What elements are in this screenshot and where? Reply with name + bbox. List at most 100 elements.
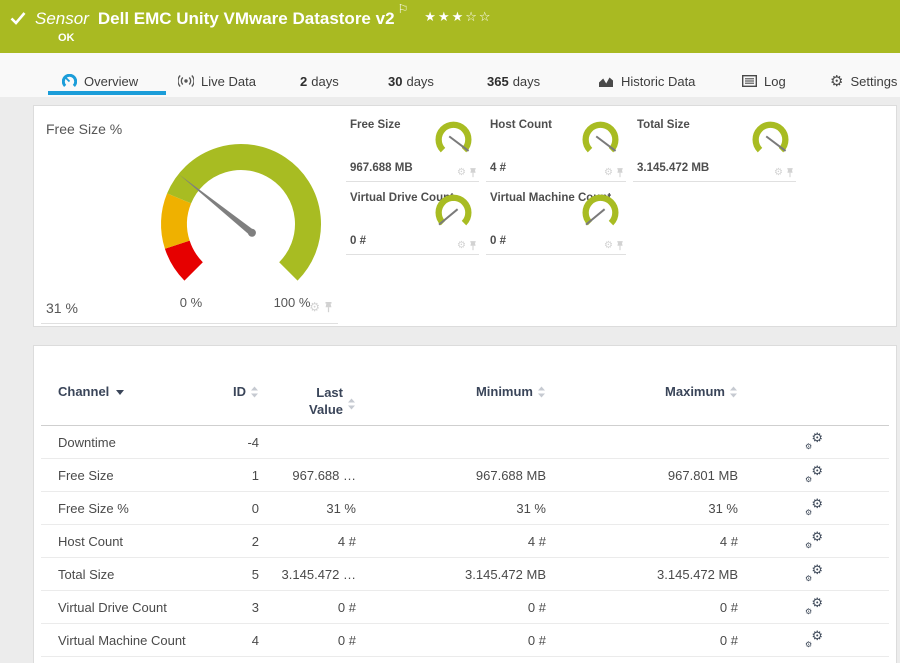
gear-icon[interactable]: ⚙: [604, 167, 613, 178]
status-badge: OK: [58, 32, 888, 44]
tab-label: days: [513, 74, 540, 89]
cell-maximum: 3.145.472 MB: [546, 567, 738, 582]
active-tab-underline: [48, 91, 166, 95]
mini-gauge-panel: Virtual Drive Count 0 # ⚙: [346, 185, 479, 255]
column-label: Maximum: [665, 384, 725, 399]
cell-channel: Virtual Machine Count: [41, 633, 209, 648]
cell-maximum: 967.801 MB: [546, 468, 738, 483]
column-header-minimum[interactable]: Minimum: [356, 384, 546, 399]
pin-icon[interactable]: [616, 241, 624, 251]
cell-channel: Host Count: [41, 534, 209, 549]
tab-30-days[interactable]: 30days: [388, 71, 434, 91]
stars-filled: ★★★: [424, 9, 465, 24]
table-row: Free Size % 0 31 % 31 % 31 % ⚙⚙: [41, 492, 889, 525]
gear-icon[interactable]: ⚙: [774, 167, 783, 178]
cell-id: 5: [209, 567, 259, 582]
channel-settings-icon[interactable]: ⚙⚙: [805, 631, 823, 647]
cell-maximum: 0 #: [546, 600, 738, 615]
tab-log[interactable]: Log: [742, 71, 786, 91]
cell-channel: Total Size: [41, 567, 209, 582]
cell-minimum: 0 #: [356, 633, 546, 648]
column-header-channel[interactable]: Channel: [41, 384, 209, 399]
table-row: Virtual Drive Count 3 0 # 0 # 0 # ⚙⚙: [41, 591, 889, 624]
tab-live-data[interactable]: Live Data: [178, 71, 256, 91]
channel-table: Channel ID Last Value Minimum Maximum Do…: [41, 346, 889, 657]
table-row: Total Size 5 3.145.472 … 3.145.472 MB 3.…: [41, 558, 889, 591]
cell-id: 1: [209, 468, 259, 483]
tab-365-days[interactable]: 365days: [487, 71, 540, 91]
cell-last-value: 31 %: [259, 501, 356, 516]
table-header-row: Channel ID Last Value Minimum Maximum: [41, 346, 889, 426]
cell-last-value: 0 #: [259, 633, 356, 648]
mini-gauge-panel: Virtual Machine Count 0 # ⚙: [486, 185, 626, 255]
primary-channel-gauge-panel: Free Size % 0 % 100 % 31 % ⚙: [41, 112, 338, 324]
gauge-scale-min: 0 %: [166, 295, 216, 310]
column-label: Minimum: [476, 384, 533, 399]
cell-minimum: 31 %: [356, 501, 546, 516]
channel-settings-icon[interactable]: ⚙⚙: [805, 433, 823, 449]
cell-id: 3: [209, 600, 259, 615]
pin-icon[interactable]: [324, 302, 333, 313]
gear-icon[interactable]: ⚙: [457, 167, 466, 178]
table-row: Downtime -4 ⚙⚙: [41, 426, 889, 459]
gear-icon[interactable]: ⚙: [309, 300, 320, 314]
cell-minimum: 967.688 MB: [356, 468, 546, 483]
cell-last-value: 0 #: [259, 600, 356, 615]
cell-channel: Downtime: [41, 435, 209, 450]
tab-label: Live Data: [201, 74, 256, 89]
tab-2-days[interactable]: 2days: [300, 71, 339, 91]
tab-number: 30: [388, 74, 402, 89]
channel-settings-icon[interactable]: ⚙⚙: [805, 466, 823, 482]
gauge-title: Free Size %: [46, 121, 122, 137]
cell-last-value: 967.688 …: [259, 468, 356, 483]
historic-chart-icon: [598, 75, 614, 88]
column-header-last-value[interactable]: Last Value: [259, 384, 356, 418]
column-header-id[interactable]: ID: [209, 384, 259, 399]
overview-gauges-panel: Free Size % 0 % 100 % 31 % ⚙ Free Size 9…: [33, 105, 897, 327]
sort-updown-icon: [250, 386, 259, 398]
sensor-header: Sensor Dell EMC Unity VMware Datastore v…: [0, 0, 900, 53]
priority-star-rating[interactable]: ★★★☆☆: [424, 9, 492, 25]
stars-empty: ☆☆: [465, 9, 492, 24]
sort-updown-icon: [729, 386, 738, 398]
log-icon: [742, 75, 757, 87]
channel-settings-icon[interactable]: ⚙⚙: [805, 532, 823, 548]
sort-updown-icon: [347, 398, 356, 410]
mini-gauge: [431, 118, 476, 163]
pin-icon[interactable]: [786, 168, 794, 178]
gear-icon[interactable]: ⚙: [457, 240, 466, 251]
cell-channel: Free Size: [41, 468, 209, 483]
mini-gauge: [431, 191, 476, 236]
cell-id: -4: [209, 435, 259, 450]
pin-icon[interactable]: [616, 168, 624, 178]
mini-gauge-panel: Total Size 3.145.472 MB ⚙: [633, 112, 796, 182]
gear-icon: ⚙: [830, 72, 843, 90]
channel-settings-icon[interactable]: ⚙⚙: [805, 598, 823, 614]
object-kind-label: Sensor: [35, 7, 89, 31]
column-label: ID: [233, 384, 246, 399]
tab-historic-data[interactable]: Historic Data: [598, 71, 695, 91]
cell-id: 4: [209, 633, 259, 648]
pin-icon[interactable]: [469, 241, 477, 251]
table-row: Virtual Machine Count 4 0 # 0 # 0 # ⚙⚙: [41, 624, 889, 657]
cell-minimum: 0 #: [356, 600, 546, 615]
channel-settings-icon[interactable]: ⚙⚙: [805, 565, 823, 581]
cell-channel: Virtual Drive Count: [41, 600, 209, 615]
sort-caret-icon: [116, 390, 124, 395]
tab-settings[interactable]: ⚙ Settings: [830, 71, 897, 91]
tab-overview[interactable]: Overview: [62, 71, 138, 91]
cell-maximum: 31 %: [546, 501, 738, 516]
channel-settings-icon[interactable]: ⚙⚙: [805, 499, 823, 515]
gauge-current-value: 31 %: [46, 300, 78, 316]
tab-label: Log: [764, 74, 786, 89]
status-ok-check-icon: [10, 11, 26, 30]
channel-table-panel: Channel ID Last Value Minimum Maximum Do…: [33, 345, 897, 663]
column-header-maximum[interactable]: Maximum: [546, 384, 738, 399]
pin-icon[interactable]: [469, 168, 477, 178]
gear-icon[interactable]: ⚙: [604, 240, 613, 251]
sort-updown-icon: [537, 386, 546, 398]
cell-last-value: 3.145.472 …: [259, 567, 356, 582]
table-row: Free Size 1 967.688 … 967.688 MB 967.801…: [41, 459, 889, 492]
cell-last-value: 4 #: [259, 534, 356, 549]
mini-gauge-title: Host Count: [490, 119, 552, 131]
